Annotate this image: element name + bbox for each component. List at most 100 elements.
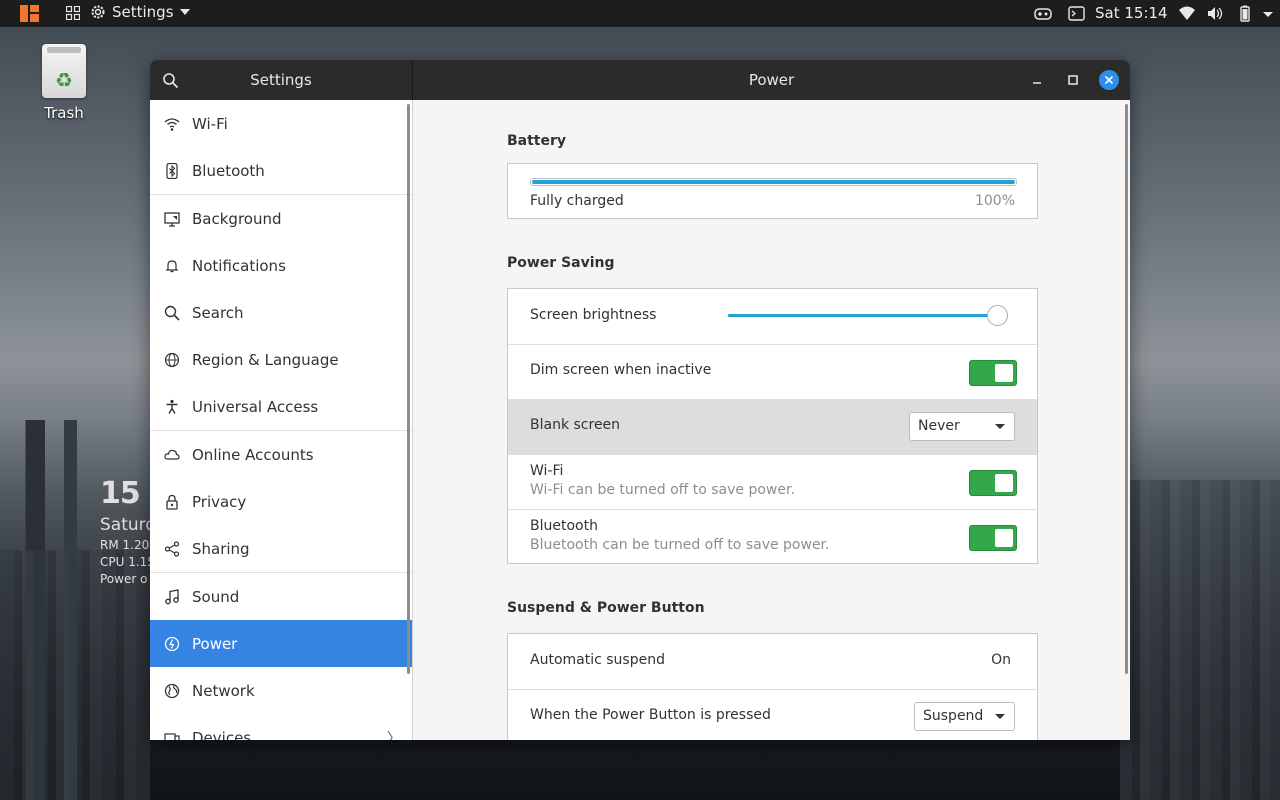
volume-icon[interactable] — [1206, 5, 1224, 22]
settings-window: Settings Power Wi-Fi Bluetooth Backgroun… — [150, 60, 1130, 740]
devices-icon — [164, 732, 180, 740]
trash-desktop-icon[interactable]: ♻ Trash — [38, 44, 90, 122]
globe-icon — [164, 352, 180, 367]
wifi-power-row[interactable]: Wi-Fi Wi-Fi can be turned off to save po… — [508, 454, 1037, 509]
widget-power: Power o — [100, 572, 148, 586]
background-icon — [164, 211, 180, 227]
sidebar-item-label: Devices — [192, 728, 252, 741]
content-scrollbar[interactable] — [1125, 104, 1128, 674]
sidebar-scrollbar[interactable] — [407, 104, 410, 674]
app-menu-label: Settings — [112, 3, 174, 21]
automatic-suspend-value: On — [991, 652, 1011, 668]
sidebar-item-search[interactable]: Search — [150, 289, 412, 336]
bluetooth-power-toggle[interactable] — [969, 525, 1017, 551]
dim-screen-toggle[interactable] — [969, 360, 1017, 386]
wifi-power-toggle[interactable] — [969, 470, 1017, 496]
terminal-icon[interactable] — [1068, 5, 1086, 22]
settings-gear-icon — [91, 5, 105, 19]
activities-logo-icon[interactable] — [20, 5, 39, 22]
sidebar-item-region[interactable]: Region & Language — [150, 336, 412, 383]
sidebar-item-label: Universal Access — [192, 397, 319, 416]
battery-icon[interactable] — [1236, 5, 1254, 22]
dim-screen-row[interactable]: Dim screen when inactive — [508, 344, 1037, 399]
wifi-icon — [164, 117, 180, 131]
automatic-suspend-row[interactable]: Automatic suspend On — [508, 634, 1037, 688]
close-button[interactable] — [1099, 70, 1119, 90]
header-bar: Settings Power — [150, 60, 1130, 100]
suspend-section-title: Suspend & Power Button — [507, 600, 705, 616]
accessibility-icon — [166, 399, 178, 414]
chevron-right-icon: 〉 — [387, 730, 401, 741]
gamepad-icon[interactable] — [1034, 5, 1052, 22]
widget-day: Saturd — [100, 515, 157, 535]
sidebar-item-online-accounts[interactable]: Online Accounts — [150, 431, 412, 478]
widget-cpu: CPU 1.15 — [100, 555, 155, 569]
power-button-value: Suspend — [923, 708, 984, 724]
sidebar-item-label: Notifications — [192, 256, 286, 275]
search-icon — [164, 305, 180, 321]
wallpaper-buildings-left — [0, 550, 150, 800]
brightness-slider-fill — [728, 314, 997, 317]
widget-ram: RM 1.200 — [100, 538, 157, 552]
sidebar-item-notifications[interactable]: Notifications — [150, 242, 412, 289]
battery-percent: 100% — [974, 193, 1015, 209]
sidebar-title: Settings — [250, 71, 312, 89]
blank-screen-dropdown[interactable]: Never — [909, 412, 1015, 441]
power-button-row[interactable]: When the Power Button is pressed Suspend — [508, 689, 1037, 740]
wifi-power-label: Wi-Fi — [530, 463, 564, 479]
power-saving-section-title: Power Saving — [507, 255, 615, 271]
power-panel: Battery Fully charged 100% Power Saving … — [413, 100, 1130, 740]
app-menu[interactable]: Settings — [90, 3, 190, 21]
brightness-row: Screen brightness — [508, 289, 1037, 343]
sidebar-item-devices[interactable]: Devices 〉 — [150, 714, 412, 740]
minimize-button[interactable] — [1028, 71, 1046, 89]
bluetooth-power-row[interactable]: Bluetooth Bluetooth can be turned off to… — [508, 509, 1037, 564]
brightness-slider[interactable] — [728, 305, 1008, 326]
power-saving-frame: Screen brightness Dim screen when inacti… — [507, 288, 1038, 564]
bluetooth-power-subtitle: Bluetooth can be turned off to save powe… — [530, 537, 830, 553]
suspend-frame: Automatic suspend On When the Power Butt… — [507, 633, 1038, 740]
sidebar-item-network[interactable]: Network — [150, 667, 412, 714]
dropdown-arrow-icon — [179, 9, 190, 15]
blank-screen-value: Never — [918, 418, 960, 434]
sidebar-item-sound[interactable]: Sound — [150, 573, 412, 620]
sidebar-item-wifi[interactable]: Wi-Fi — [150, 100, 412, 147]
power-icon — [164, 636, 180, 651]
wifi-icon[interactable] — [1178, 5, 1196, 22]
lock-icon — [166, 494, 178, 510]
page-title: Power — [748, 71, 795, 89]
sidebar: Wi-Fi Bluetooth Background Notifications — [150, 100, 413, 740]
sidebar-item-label: Privacy — [192, 492, 247, 511]
dim-screen-label: Dim screen when inactive — [530, 362, 712, 378]
sidebar-item-bluetooth[interactable]: Bluetooth — [150, 147, 412, 194]
trash-label: Trash — [44, 104, 84, 122]
music-note-icon — [165, 588, 179, 604]
sidebar-item-label: Search — [192, 303, 244, 322]
sidebar-item-label: Wi-Fi — [192, 114, 228, 133]
sidebar-item-background[interactable]: Background — [150, 195, 412, 242]
sidebar-item-label: Sharing — [192, 539, 250, 558]
power-button-label: When the Power Button is pressed — [530, 707, 771, 723]
bell-icon — [165, 259, 179, 272]
sidebar-item-label: Sound — [192, 587, 240, 606]
widget-time: 15 — [100, 476, 141, 511]
trash-can-icon: ♻ — [42, 44, 86, 98]
brightness-slider-handle[interactable] — [986, 305, 1008, 326]
sidebar-item-sharing[interactable]: Sharing — [150, 525, 412, 572]
blank-screen-row[interactable]: Blank screen Never — [508, 399, 1037, 454]
bluetooth-icon — [166, 162, 178, 179]
battery-level-bar — [530, 178, 1017, 186]
app-grid-icon[interactable] — [66, 6, 80, 20]
sidebar-item-privacy[interactable]: Privacy — [150, 478, 412, 525]
clock[interactable]: Sat 15:14 — [1095, 4, 1168, 22]
battery-frame: Fully charged 100% — [507, 163, 1038, 219]
wifi-power-subtitle: Wi-Fi can be turned off to save power. — [530, 482, 795, 498]
chevron-down-icon — [995, 714, 1005, 719]
sidebar-item-universal-access[interactable]: Universal Access — [150, 383, 412, 430]
maximize-button[interactable] — [1064, 71, 1082, 89]
system-menu-arrow-icon[interactable] — [1260, 5, 1278, 22]
sidebar-item-power[interactable]: Power — [150, 620, 412, 667]
power-button-dropdown[interactable]: Suspend — [914, 702, 1015, 731]
share-icon — [164, 540, 180, 557]
battery-level-fill — [532, 180, 1015, 184]
